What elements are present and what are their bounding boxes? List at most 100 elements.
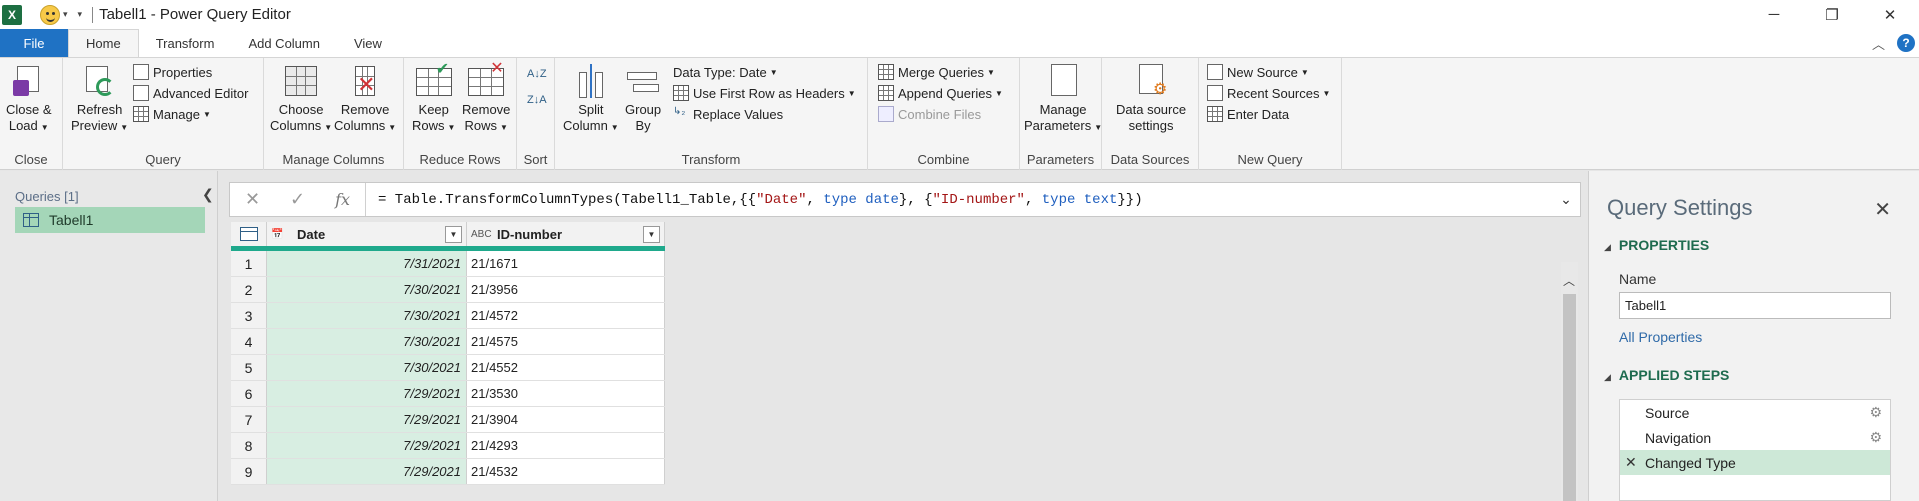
data-source-settings-label-1: Data source [1116, 102, 1187, 117]
step-navigation[interactable]: Navigation ⚙ [1620, 425, 1890, 450]
split-column-button[interactable]: Split Column ▼ [563, 64, 619, 136]
merge-queries-button[interactable]: Merge Queries ▼ [878, 62, 995, 82]
commit-formula-icon[interactable]: ✓ [290, 189, 305, 210]
gear-icon[interactable]: ⚙ [1869, 404, 1882, 421]
group-by-button[interactable]: Group By [625, 64, 661, 134]
title-bar: X ▾ ▾ Tabell1 - Power Query Editor ─ ❐ ✕ [0, 0, 1919, 29]
remove-rows-button[interactable]: ✕ Remove Rows ▼ [462, 61, 510, 136]
expand-formula-icon[interactable]: ⌄ [1552, 191, 1580, 208]
row-index[interactable]: 2 [231, 277, 267, 302]
cell-id-number[interactable]: 21/3904 [467, 407, 665, 432]
title-separator [92, 6, 94, 23]
manage-button[interactable]: Manage ▼ [133, 104, 211, 124]
date-type-icon[interactable]: 📅 [271, 229, 291, 240]
formula-input[interactable]: = Table.TransformColumnTypes(Tabell1_Tab… [366, 192, 1552, 208]
cell-date[interactable]: 7/31/2021 [267, 251, 467, 276]
refresh-preview-button[interactable]: Refresh Preview ▼ [71, 64, 128, 136]
cell-date[interactable]: 7/30/2021 [267, 277, 467, 302]
data-source-settings-button[interactable]: ⚙ Data source settings [1116, 64, 1186, 134]
cell-date[interactable]: 7/29/2021 [267, 459, 467, 484]
restore-icon[interactable]: ❐ [1803, 0, 1861, 29]
row-index[interactable]: 4 [231, 329, 267, 354]
close-settings-icon[interactable]: ✕ [1874, 197, 1891, 222]
cell-id-number[interactable]: 21/4552 [467, 355, 665, 380]
cell-id-number[interactable]: 21/4293 [467, 433, 665, 458]
properties-button[interactable]: Properties [133, 62, 212, 82]
cell-date[interactable]: 7/29/2021 [267, 381, 467, 406]
step-changed-type[interactable]: ✕ Changed Type [1620, 450, 1890, 475]
row-index[interactable]: 3 [231, 303, 267, 328]
manage-parameters-button[interactable]: Manage Parameters ▼ [1024, 64, 1102, 136]
quick-access-customize-icon[interactable]: ▾ [78, 9, 83, 20]
tab-file[interactable]: File [0, 29, 68, 57]
row-index[interactable]: 7 [231, 407, 267, 432]
table-menu-icon[interactable] [231, 222, 267, 246]
cancel-formula-icon[interactable]: ✕ [245, 189, 260, 210]
query-item-tabell1[interactable]: Tabell1 [15, 207, 205, 233]
text-type-icon[interactable]: ABC [471, 229, 492, 240]
smiley-feedback-icon[interactable] [40, 4, 60, 25]
help-icon[interactable]: ? [1897, 34, 1915, 52]
cell-date[interactable]: 7/30/2021 [267, 303, 467, 328]
fx-icon[interactable]: fx [335, 190, 350, 209]
column-header-date[interactable]: 📅 Date ▼ [267, 222, 467, 246]
advanced-editor-button[interactable]: Advanced Editor [133, 83, 248, 103]
tab-add-column[interactable]: Add Column [231, 29, 337, 57]
choose-columns-button[interactable]: Choose Columns ▼ [270, 64, 332, 136]
append-queries-button[interactable]: Append Queries ▼ [878, 83, 1003, 103]
cell-date[interactable]: 7/29/2021 [267, 407, 467, 432]
group-close-label: Close [14, 152, 48, 167]
cell-id-number[interactable]: 21/4575 [467, 329, 665, 354]
smiley-dropdown-icon[interactable]: ▾ [63, 9, 68, 20]
replace-values-button[interactable]: ↳₂ Replace Values [673, 104, 783, 124]
column-header-id-number[interactable]: ABC ID-number ▼ [467, 222, 665, 246]
scroll-thumb[interactable] [1563, 294, 1576, 501]
applied-steps-section[interactable]: ◢ APPLIED STEPS [1604, 367, 1729, 383]
tab-home[interactable]: Home [68, 29, 139, 57]
row-index[interactable]: 9 [231, 459, 267, 484]
cell-date[interactable]: 7/30/2021 [267, 329, 467, 354]
gear-icon[interactable]: ⚙ [1869, 429, 1882, 446]
row-index[interactable]: 1 [231, 251, 267, 276]
cell-id-number[interactable]: 21/3956 [467, 277, 665, 302]
filter-dropdown-icon[interactable]: ▼ [445, 226, 462, 243]
name-label: Name [1619, 271, 1657, 287]
delete-step-icon[interactable]: ✕ [1625, 454, 1637, 471]
group-manage-columns: Choose Columns ▼ ✕ Remove Columns ▼ Manage… [264, 58, 404, 170]
cell-date[interactable]: 7/29/2021 [267, 433, 467, 458]
row-index[interactable]: 8 [231, 433, 267, 458]
merge-queries-icon [878, 64, 894, 80]
recent-sources-button[interactable]: Recent Sources ▼ [1207, 83, 1330, 103]
cell-id-number[interactable]: 21/4532 [467, 459, 665, 484]
sort-ascending-icon[interactable]: A↓Z [527, 64, 547, 84]
data-type-dropdown[interactable]: Data Type: Date ▼ [673, 62, 778, 82]
collapse-pane-icon[interactable]: ❮ [202, 186, 214, 203]
query-item-label: Tabell1 [49, 212, 94, 228]
all-properties-link[interactable]: All Properties [1619, 329, 1702, 345]
scroll-up-icon[interactable]: ︿ [1563, 272, 1575, 289]
properties-section[interactable]: ◢ PROPERTIES [1604, 237, 1709, 253]
close-icon[interactable]: ✕ [1861, 0, 1919, 29]
query-name-input[interactable] [1619, 292, 1891, 319]
enter-data-button[interactable]: Enter Data [1207, 104, 1289, 124]
tab-view[interactable]: View [337, 29, 399, 57]
minimize-icon[interactable]: ─ [1745, 0, 1803, 29]
tab-transform[interactable]: Transform [139, 29, 232, 57]
grid-vertical-scrollbar[interactable]: ︿ [1561, 262, 1578, 501]
new-source-button[interactable]: New Source ▼ [1207, 62, 1309, 82]
close-load-button[interactable]: Close & Load ▼ [6, 64, 52, 136]
collapse-ribbon-icon[interactable]: ︿ [1872, 34, 1885, 53]
formula-bar-icons: ✕ ✓ fx [230, 183, 366, 216]
sort-descending-icon[interactable]: Z↓A [527, 90, 547, 110]
cell-id-number[interactable]: 21/3530 [467, 381, 665, 406]
remove-columns-button[interactable]: ✕ Remove Columns ▼ [334, 64, 396, 136]
row-index[interactable]: 5 [231, 355, 267, 380]
cell-id-number[interactable]: 21/1671 [467, 251, 665, 276]
row-index[interactable]: 6 [231, 381, 267, 406]
cell-date[interactable]: 7/30/2021 [267, 355, 467, 380]
step-source[interactable]: Source ⚙ [1620, 400, 1890, 425]
cell-id-number[interactable]: 21/4572 [467, 303, 665, 328]
keep-rows-button[interactable]: ✔ Keep Rows ▼ [412, 62, 455, 136]
use-first-row-button[interactable]: Use First Row as Headers ▼ [673, 83, 856, 103]
filter-dropdown-icon[interactable]: ▼ [643, 226, 660, 243]
